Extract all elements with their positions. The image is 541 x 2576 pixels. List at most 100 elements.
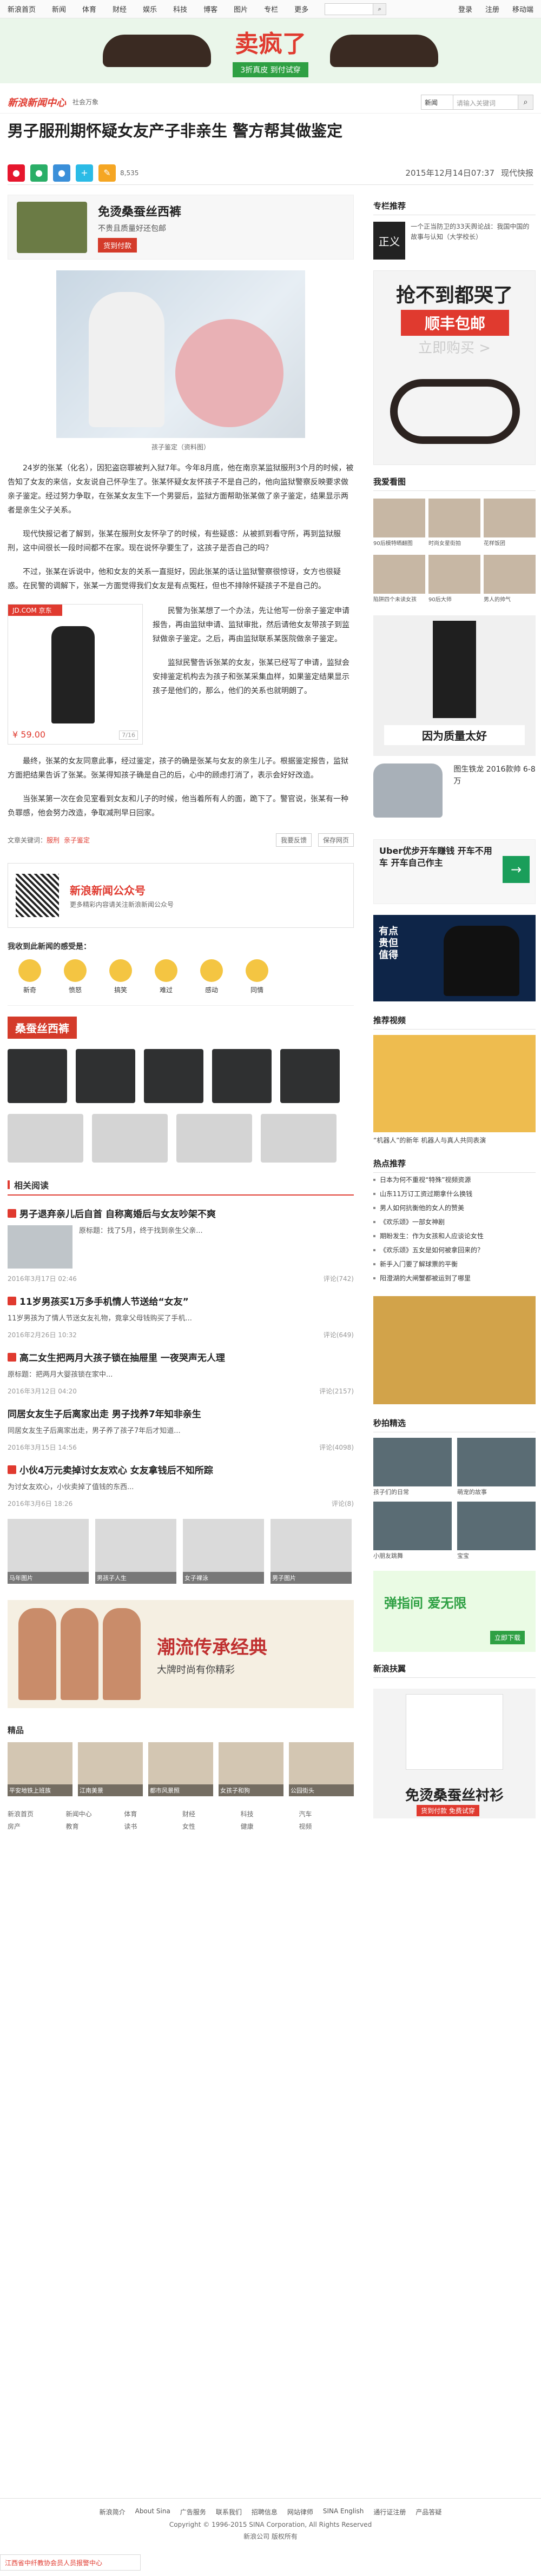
jd-inline-ad[interactable]: JD.COM 京东 ¥ 59.00 7/16 — [8, 604, 143, 745]
boutique-item[interactable]: 公园街头 — [289, 1742, 354, 1796]
top-nav-item[interactable]: 新浪首页 — [8, 4, 36, 14]
wechat-promo[interactable]: 新浪新闻公众号 更多精彩内容请关注新浪新闻公众号 — [8, 863, 354, 928]
top-nav-item[interactable]: 体育 — [82, 4, 96, 14]
pants-image[interactable] — [76, 1049, 135, 1103]
picture-item[interactable]: 马年图片 — [8, 1519, 89, 1584]
miaopai-item[interactable]: 萌宠的故事 — [457, 1438, 536, 1496]
top-nav-item[interactable]: 专栏 — [264, 4, 278, 14]
mobile-link[interactable]: 移动端 — [512, 4, 533, 14]
column-rec-item[interactable]: 正义 一个正当防卫的33天舆论战：我国中国的故事与认知（大学校长） — [373, 222, 536, 260]
fashion-ad[interactable]: 潮流传承经典 大牌时尚有你精彩 — [8, 1600, 354, 1708]
footer-link[interactable]: 招聘信息 — [252, 2507, 278, 2517]
category-link[interactable]: 读书 — [124, 1822, 179, 1831]
boutique-item[interactable]: 平安地铁上班族 — [8, 1742, 72, 1796]
related-item[interactable]: 小伙4万元卖掉讨女友欢心 女友拿钱后不知所踪 为讨女友欢心，小伙卖掉了值钱的东西… — [8, 1463, 354, 1508]
picture-item[interactable]: 女子裸泳 — [183, 1519, 264, 1584]
video-thumb[interactable] — [373, 1035, 536, 1132]
footer-link[interactable]: 网站律师 — [287, 2507, 313, 2517]
pants-image[interactable] — [144, 1049, 203, 1103]
miaopai-item[interactable]: 小朋友跳舞 — [373, 1502, 452, 1560]
photo-item[interactable]: 陷阱四个未读女孩 — [373, 555, 425, 608]
related-item-title[interactable]: 同居女友生子后离家出走 男子找养7年知非亲生 — [8, 1406, 201, 1420]
column-rec-text[interactable]: 一个正当防卫的33天舆论战：我国中国的故事与认知（大学校长） — [411, 222, 536, 260]
footer-link[interactable]: SINA English — [323, 2507, 364, 2517]
related-item[interactable]: 11岁男孩买1万多手机情人节送给“女友” 11岁男孩为了情人节送女友礼物，竟拿父… — [8, 1294, 354, 1339]
related-item-title[interactable]: 高二女生把两月大孩子锁在抽屉里 一夜哭声无人理 — [19, 1350, 225, 1364]
photo-item[interactable]: 男人的帅气 — [484, 555, 536, 608]
category-link[interactable]: 汽车 — [299, 1809, 354, 1818]
top-nav-item[interactable]: 更多 — [294, 4, 308, 14]
related-item[interactable]: 高二女生把两月大孩子锁在抽屉里 一夜哭声无人理 原标题：把两月大婴孩锁在家中..… — [8, 1350, 354, 1396]
save-page-button[interactable]: 保存网页 — [318, 833, 354, 847]
picture-item[interactable]: 男子图片 — [270, 1519, 352, 1584]
hot-item-text[interactable]: 《欢乐颂》一部女神剧 — [380, 1215, 445, 1229]
top-nav-item[interactable]: 图片 — [234, 4, 248, 14]
hot-item-text[interactable]: 阳澄湖的大闸蟹都被运到了哪里 — [380, 1271, 471, 1285]
pants-ad[interactable]: 因为质量太好 — [373, 615, 536, 756]
category-link[interactable]: 新闻中心 — [66, 1809, 121, 1818]
miaopai-item[interactable]: 孩子们的日常 — [373, 1438, 452, 1496]
hot-item-text[interactable]: 日本为何不重视“特殊”视频资源 — [380, 1173, 471, 1187]
comment-count[interactable]: 8,535 — [120, 169, 138, 177]
related-item-title[interactable]: 11岁男孩买1万多手机情人节送给“女友” — [19, 1294, 189, 1307]
related-comment[interactable]: 评论(4098) — [319, 1443, 354, 1452]
hot-item[interactable]: 阳澄湖的大闸蟹都被运到了哪里 — [373, 1271, 536, 1285]
hot-item[interactable]: 《欢乐颂》一部女神剧 — [373, 1215, 536, 1229]
search-icon[interactable]: ⌕ — [373, 3, 387, 15]
related-item-title[interactable]: 小伙4万元卖掉讨女友欢心 女友拿钱后不知所踪 — [19, 1463, 213, 1476]
taobao-ad[interactable] — [373, 1296, 536, 1404]
feedback-button[interactable]: 我要反馈 — [275, 833, 312, 847]
promo-image[interactable] — [176, 1114, 252, 1163]
top-banner-ad[interactable]: 卖疯了 3折真皮 到付试穿 — [0, 18, 541, 83]
picture-item[interactable]: 男孩子人生 — [95, 1519, 176, 1584]
related-comment[interactable]: 评论(8) — [332, 1499, 354, 1508]
top-nav-item[interactable]: 新闻 — [52, 4, 66, 14]
miaopai-item[interactable]: 宝宝 — [457, 1502, 536, 1560]
related-item[interactable]: 同居女友生子后离家出走 男子找养7年知非亲生 同居女友生子后离家出走，男子养了孩… — [8, 1406, 354, 1452]
footer-link[interactable]: 通行证注册 — [373, 2507, 406, 2517]
article-source[interactable]: 现代快报 — [501, 167, 533, 178]
category-link[interactable]: 新浪首页 — [8, 1809, 63, 1818]
category-link[interactable]: 视频 — [299, 1822, 354, 1831]
photo-item[interactable]: 90后模特晒翻图 — [373, 499, 425, 552]
silk-pants-ad[interactable]: 免烫桑蚕丝西裤 不贵且质量好还包邮 货到付款 — [8, 195, 354, 260]
sina-news-logo[interactable]: 新浪新闻中心 — [8, 95, 66, 109]
search-category-select[interactable]: 新闻 — [421, 94, 453, 110]
category-link[interactable]: 房产 — [8, 1822, 63, 1831]
promo-image[interactable] — [261, 1114, 337, 1163]
category-link[interactable]: 体育 — [124, 1809, 179, 1818]
mood-face[interactable]: 同情 — [246, 959, 268, 994]
photo-item[interactable]: 90后大师 — [428, 555, 480, 608]
hot-item-text[interactable]: 期盼发生：作为女孩和人应谈论女性 — [380, 1229, 484, 1243]
category-link[interactable]: 科技 — [241, 1809, 296, 1818]
boutique-item[interactable]: 都市风景照 — [148, 1742, 213, 1796]
promo-image[interactable] — [8, 1114, 83, 1163]
photo-item[interactable]: 花样饭团 — [484, 499, 536, 552]
hot-item-text[interactable]: 男人如何抗衡他的女人的赞美 — [380, 1201, 464, 1215]
qzone-share-icon[interactable]: ● — [53, 164, 70, 182]
hot-item-text[interactable]: 新手入门要了解球票的平衡 — [380, 1257, 458, 1271]
top-nav-item[interactable]: 财经 — [113, 4, 127, 14]
hot-item[interactable]: 新手入门要了解球票的平衡 — [373, 1257, 536, 1271]
mood-face[interactable]: 难过 — [155, 959, 177, 994]
comment-icon[interactable]: ✎ — [98, 164, 116, 182]
more-share-icon[interactable]: + — [76, 164, 93, 182]
top-search-input[interactable] — [325, 3, 374, 15]
mood-face[interactable]: 愤怒 — [64, 959, 87, 994]
car-ad[interactable]: 图生铁龙 2016款帅 6-8万 — [373, 763, 536, 828]
hot-item[interactable]: 男人如何抗衡他的女人的赞美 — [373, 1201, 536, 1215]
category-link[interactable]: 女性 — [182, 1822, 237, 1831]
mood-face[interactable]: 搞笑 — [109, 959, 132, 994]
top-nav-item[interactable]: 科技 — [173, 4, 187, 14]
pants-image[interactable] — [8, 1049, 67, 1103]
register-link[interactable]: 注册 — [485, 4, 499, 14]
mood-face[interactable]: 新奇 — [18, 959, 41, 994]
top-nav-item[interactable]: 娱乐 — [143, 4, 157, 14]
footer-link[interactable]: 产品答疑 — [415, 2507, 441, 2517]
silk-pants-grid-ad[interactable]: 桑蚕丝西裤 — [8, 1005, 354, 1167]
promo-image[interactable] — [92, 1114, 168, 1163]
channel-name[interactable]: 社会万象 — [72, 97, 98, 107]
photo-item[interactable]: 时尚女星街拍 — [428, 499, 480, 552]
category-link[interactable]: 健康 — [241, 1822, 296, 1831]
video-caption[interactable]: “机器人”的新年 机器人与真人共同表演 — [373, 1136, 536, 1145]
